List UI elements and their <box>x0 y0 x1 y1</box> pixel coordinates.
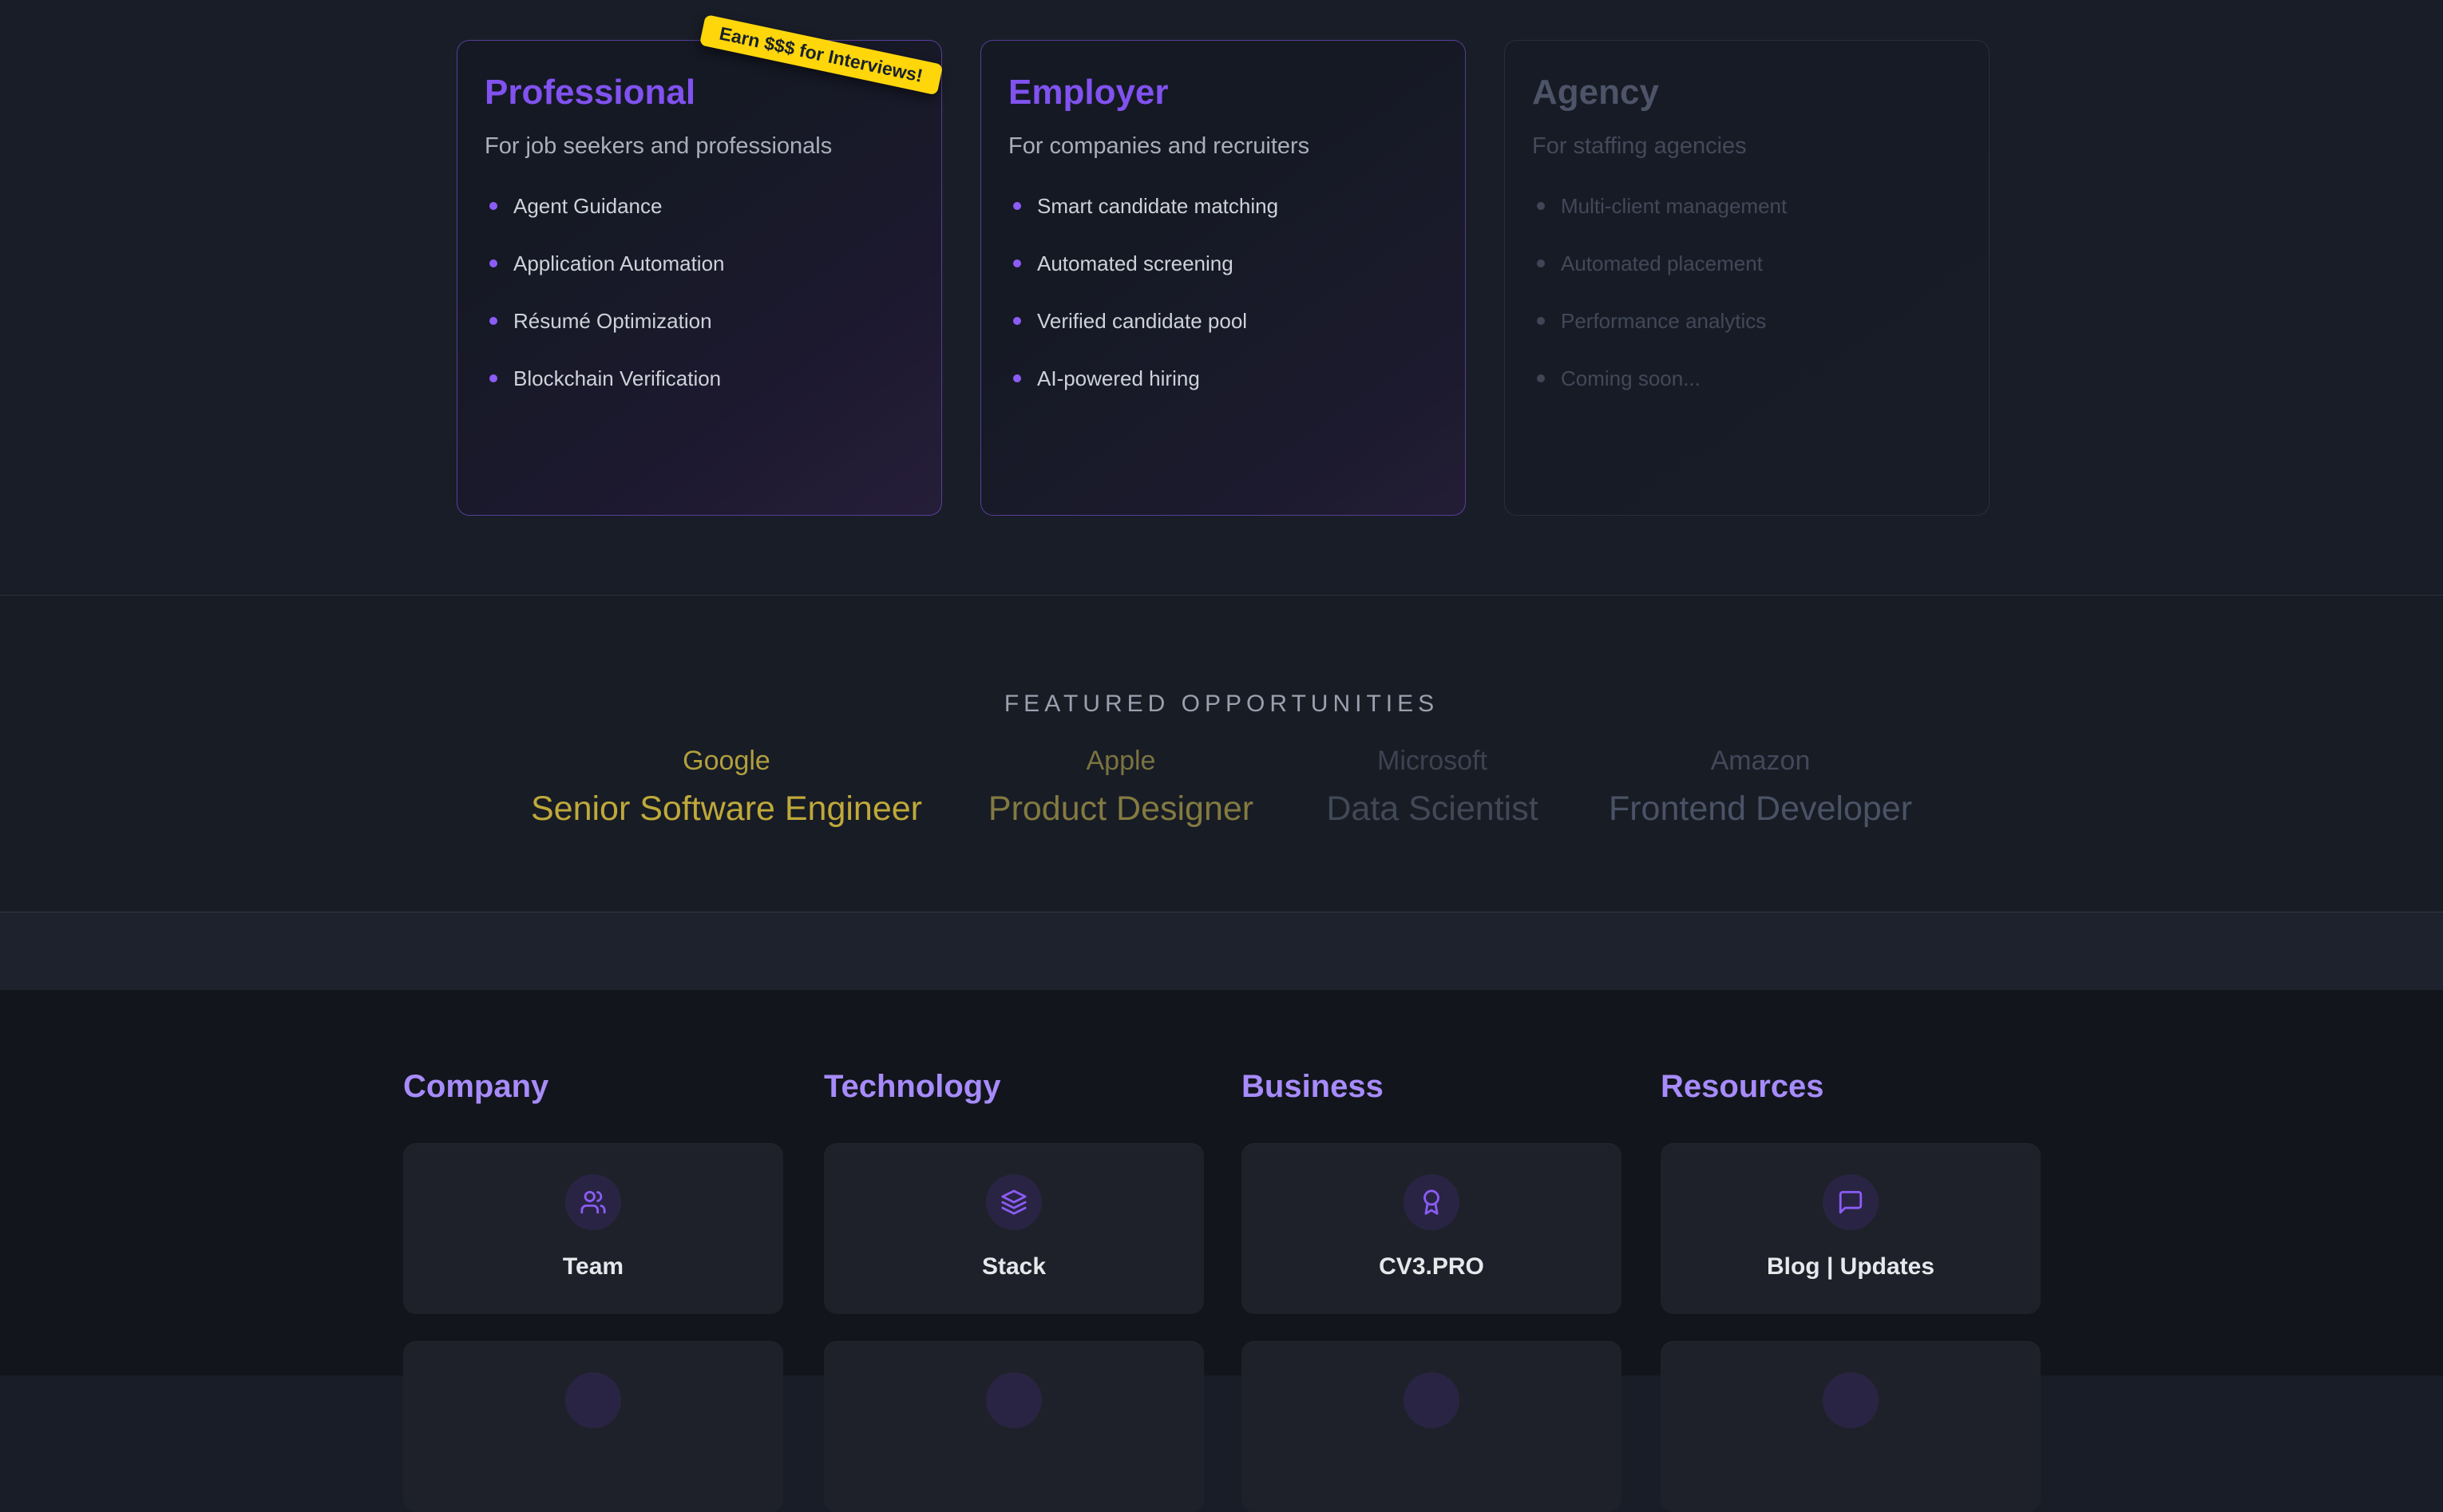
tile-cv3pro[interactable]: CV3.PRO <box>1241 1143 1621 1314</box>
job-company: Amazon <box>1609 745 1912 777</box>
job-item-microsoft[interactable]: Microsoft Data Scientist <box>1326 745 1538 829</box>
feature-item: Coming soon... <box>1532 364 1962 393</box>
feature-item: Résumé Optimization <box>485 307 914 335</box>
bullet-dot <box>489 374 497 382</box>
icon-circle <box>1823 1372 1879 1428</box>
footer-column-company: Company Team <box>403 990 783 1375</box>
tile-label: Blog | Updates <box>1661 1253 2041 1281</box>
job-role: Data Scientist <box>1326 789 1538 829</box>
plan-feature-list: Smart candidate matching Automated scree… <box>1008 192 1438 393</box>
featured-opportunities-section: FEATURED OPPORTUNITIES Google Senior Sof… <box>0 595 2443 912</box>
feature-item: Smart candidate matching <box>1008 192 1438 220</box>
feature-item: Automated placement <box>1532 249 1962 278</box>
tile-partial[interactable] <box>1241 1341 1621 1512</box>
plan-card-employer[interactable]: Employer For companies and recruiters Sm… <box>980 40 1466 516</box>
plan-subtitle: For companies and recruiters <box>1008 132 1438 160</box>
feature-item: Multi-client management <box>1532 192 1962 220</box>
tile-team[interactable]: Team <box>403 1143 783 1314</box>
feature-item: Verified candidate pool <box>1008 307 1438 335</box>
feature-item: Performance analytics <box>1532 307 1962 335</box>
feature-item: Automated screening <box>1008 249 1438 278</box>
job-company: Google <box>531 745 922 777</box>
footer-heading: Technology <box>824 1068 1000 1105</box>
feature-item: Application Automation <box>485 249 914 278</box>
bullet-dot <box>1537 202 1545 210</box>
award-icon <box>1418 1189 1445 1216</box>
pricing-and-footer-page: Earn $$$ for Interviews! Professional Fo… <box>0 0 2443 1375</box>
job-company: Microsoft <box>1326 745 1538 777</box>
bullet-dot <box>1013 374 1021 382</box>
layers-icon <box>1000 1189 1027 1216</box>
tile-partial[interactable] <box>1661 1341 2041 1512</box>
chat-bubble-icon <box>1837 1189 1864 1216</box>
feature-item: Blockchain Verification <box>485 364 914 393</box>
job-company: Apple <box>988 745 1253 777</box>
plan-card-agency-disabled: Agency For staffing agencies Multi-clien… <box>1504 40 1990 516</box>
tile-stack[interactable]: Stack <box>824 1143 1204 1314</box>
plans-section: Earn $$$ for Interviews! Professional Fo… <box>0 0 2443 595</box>
bullet-dot <box>1537 259 1545 267</box>
feature-item: AI-powered hiring <box>1008 364 1438 393</box>
bullet-dot <box>489 259 497 267</box>
tile-label: CV3.PRO <box>1241 1253 1621 1281</box>
icon-circle <box>565 1372 621 1428</box>
footer-heading: Resources <box>1661 1068 1824 1105</box>
icon-circle <box>1404 1372 1459 1428</box>
footer-heading: Business <box>1241 1068 1384 1105</box>
plan-title: Employer <box>1008 72 1438 113</box>
footer-section: Company Team Technology <box>0 990 2443 1375</box>
bullet-dot <box>1013 317 1021 325</box>
bullet-dot <box>1537 317 1545 325</box>
feature-item: Agent Guidance <box>485 192 914 220</box>
plan-subtitle: For job seekers and professionals <box>485 132 914 160</box>
icon-circle <box>1404 1174 1459 1230</box>
footer-column-resources: Resources Blog | Updates <box>1661 990 2041 1375</box>
users-icon <box>580 1189 607 1216</box>
job-item-google[interactable]: Google Senior Software Engineer <box>531 745 922 829</box>
icon-circle <box>986 1174 1042 1230</box>
footer-column-business: Business CV3.PRO <box>1241 990 1621 1375</box>
plan-title: Agency <box>1532 72 1962 113</box>
footer-heading: Company <box>403 1068 548 1105</box>
tile-blog-updates[interactable]: Blog | Updates <box>1661 1143 2041 1314</box>
plan-title: Professional <box>485 72 914 113</box>
tile-label: Stack <box>824 1253 1204 1281</box>
footer-column-technology: Technology Stack <box>824 990 1204 1375</box>
bullet-dot <box>1537 374 1545 382</box>
bullet-dot <box>1013 202 1021 210</box>
plan-card-professional[interactable]: Professional For job seekers and profess… <box>457 40 942 516</box>
plan-feature-list: Multi-client management Automated placem… <box>1532 192 1962 393</box>
plan-subtitle: For staffing agencies <box>1532 132 1962 160</box>
tile-label: Team <box>403 1253 783 1281</box>
tile-partial[interactable] <box>824 1341 1204 1512</box>
plan-feature-list: Agent Guidance Application Automation Ré… <box>485 192 914 393</box>
job-role: Senior Software Engineer <box>531 789 922 829</box>
job-item-apple[interactable]: Apple Product Designer <box>988 745 1253 829</box>
job-role: Product Designer <box>988 789 1253 829</box>
tile-partial[interactable] <box>403 1341 783 1512</box>
icon-circle <box>565 1174 621 1230</box>
icon-circle <box>1823 1174 1879 1230</box>
job-item-amazon[interactable]: Amazon Frontend Developer <box>1609 745 1912 829</box>
bullet-dot <box>1013 259 1021 267</box>
bullet-dot <box>489 317 497 325</box>
icon-circle <box>986 1372 1042 1428</box>
section-divider-strip <box>0 912 2443 990</box>
featured-heading: FEATURED OPPORTUNITIES <box>0 690 2443 718</box>
job-role: Frontend Developer <box>1609 789 1912 829</box>
bullet-dot <box>489 202 497 210</box>
